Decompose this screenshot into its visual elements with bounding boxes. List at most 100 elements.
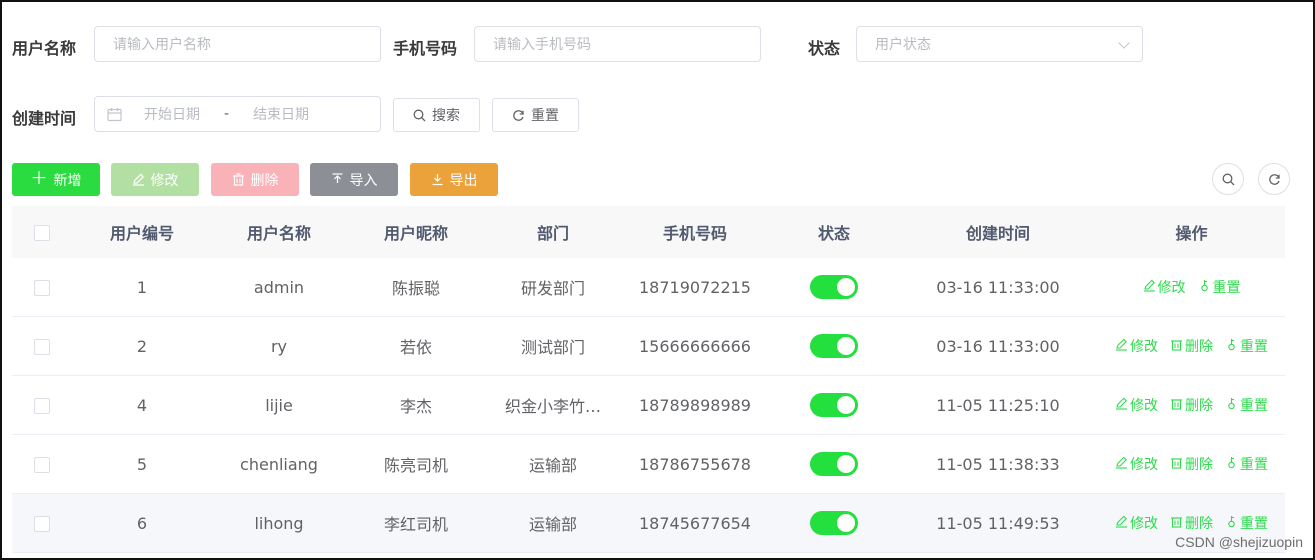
row-select-cell bbox=[12, 337, 72, 356]
cell-actions: 修改 删除 重置 bbox=[1098, 513, 1285, 534]
created-time-label: 创建时间 bbox=[12, 109, 77, 128]
header-nickname[interactable]: 用户昵称 bbox=[346, 220, 486, 244]
cell-created-time: 03-16 11:33:00 bbox=[936, 277, 1060, 297]
table-header: 用户编号 用户名称 用户昵称 部门 手机号码 状态 创建时间 操作 bbox=[12, 206, 1285, 258]
date-separator: - bbox=[224, 106, 230, 122]
cell-username: lijie bbox=[265, 395, 293, 415]
row-reset-password-link[interactable]: 重置 bbox=[1225, 395, 1268, 415]
key-icon bbox=[1225, 397, 1238, 414]
row-reset-password-link[interactable]: 重置 bbox=[1225, 513, 1268, 533]
row-delete-link[interactable]: 删除 bbox=[1170, 336, 1213, 356]
row-checkbox[interactable] bbox=[34, 339, 50, 355]
cell-username: ry bbox=[270, 336, 288, 356]
cell-created-time: 11-05 11:49:53 bbox=[936, 513, 1060, 533]
chevron-down-icon bbox=[1118, 37, 1130, 49]
row-reset-password-link[interactable]: 重置 bbox=[1198, 277, 1241, 297]
trash-icon bbox=[1170, 456, 1183, 473]
status-switch[interactable] bbox=[810, 393, 858, 417]
search-button[interactable]: 搜索 bbox=[393, 98, 480, 132]
select-all-cell bbox=[12, 223, 72, 242]
trash-icon bbox=[232, 173, 244, 186]
row-edit-label: 修改 bbox=[1130, 398, 1158, 415]
edit-icon bbox=[1115, 456, 1128, 473]
status-switch[interactable] bbox=[810, 275, 858, 299]
table-row[interactable]: 4 lijie 李杰 织金小李竹… 18789898989 11-05 11:25:10 修… bbox=[12, 376, 1285, 435]
cell-username: chenliang bbox=[240, 454, 318, 474]
reset-button[interactable]: 重置 bbox=[492, 98, 579, 132]
username-input[interactable]: 请输入用户名称 bbox=[94, 26, 381, 62]
header-department[interactable]: 部门 bbox=[486, 220, 620, 244]
select-all-checkbox[interactable] bbox=[34, 225, 50, 241]
edit-icon bbox=[1115, 515, 1128, 532]
refresh-icon bbox=[513, 109, 524, 121]
phone-input[interactable]: 请输入手机号码 bbox=[474, 26, 761, 62]
row-edit-link[interactable]: 修改 bbox=[1143, 277, 1186, 297]
header-user-id[interactable]: 用户编号 bbox=[72, 220, 212, 244]
row-reset-label: 重置 bbox=[1212, 280, 1241, 297]
status-select[interactable]: 用户状态 bbox=[856, 26, 1143, 62]
cell-phone: 18745677654 bbox=[639, 513, 751, 533]
add-button[interactable]: ＋ 新增 bbox=[12, 163, 100, 196]
row-select-cell bbox=[12, 396, 72, 415]
row-select-cell bbox=[12, 514, 72, 533]
refresh-table-button[interactable] bbox=[1258, 163, 1290, 195]
row-edit-link[interactable]: 修改 bbox=[1115, 454, 1158, 474]
table-row[interactable]: 2 ry 若依 测试部门 15666666666 03-16 11:33:00 修改 删除 重置 bbox=[12, 317, 1285, 376]
row-edit-label: 修改 bbox=[1130, 457, 1158, 474]
row-delete-link[interactable]: 删除 bbox=[1170, 395, 1213, 415]
reset-button-label: 重置 bbox=[531, 108, 559, 124]
row-checkbox[interactable] bbox=[34, 398, 50, 414]
toggle-search-button[interactable] bbox=[1212, 163, 1244, 195]
row-delete-link[interactable]: 删除 bbox=[1170, 454, 1213, 474]
status-switch[interactable] bbox=[810, 511, 858, 535]
header-username[interactable]: 用户名称 bbox=[212, 220, 346, 244]
row-checkbox[interactable] bbox=[34, 457, 50, 473]
row-edit-link[interactable]: 修改 bbox=[1115, 513, 1158, 533]
row-edit-link[interactable]: 修改 bbox=[1115, 336, 1158, 356]
status-switch[interactable] bbox=[810, 452, 858, 476]
cell-created-time: 11-05 11:25:10 bbox=[936, 395, 1060, 415]
row-delete-label: 删除 bbox=[1185, 339, 1213, 356]
cell-created-time: 11-05 11:38:33 bbox=[936, 454, 1060, 474]
import-button-label: 导入 bbox=[349, 172, 378, 189]
row-delete-link[interactable]: 删除 bbox=[1170, 513, 1213, 533]
cell-phone: 15666666666 bbox=[639, 336, 751, 356]
table-row[interactable]: 5 chenliang 陈亮司机 运输部 18786755678 11-05 11:38:… bbox=[12, 435, 1285, 494]
cell-actions: 修改 删除 重置 bbox=[1098, 454, 1285, 475]
cell-username: admin bbox=[253, 277, 305, 297]
row-checkbox[interactable] bbox=[34, 280, 50, 296]
row-edit-label: 修改 bbox=[1157, 280, 1186, 297]
cell-user-id: 1 bbox=[136, 277, 148, 297]
row-delete-label: 删除 bbox=[1185, 457, 1213, 474]
row-select-cell bbox=[12, 455, 72, 474]
cell-actions: 修改 重置 bbox=[1098, 277, 1285, 298]
download-icon bbox=[432, 174, 442, 186]
row-reset-label: 重置 bbox=[1240, 457, 1268, 474]
delete-button[interactable]: 删除 bbox=[211, 163, 299, 196]
search-icon bbox=[413, 109, 426, 121]
export-button-label: 导出 bbox=[449, 172, 478, 189]
key-icon bbox=[1225, 338, 1238, 355]
date-range-picker[interactable]: 开始日期 - 结束日期 bbox=[94, 96, 381, 132]
header-phone[interactable]: 手机号码 bbox=[620, 220, 770, 244]
edit-button[interactable]: 修改 bbox=[111, 163, 199, 196]
import-button[interactable]: 导入 bbox=[310, 163, 398, 196]
search-button-label: 搜索 bbox=[432, 108, 460, 124]
row-reset-password-link[interactable]: 重置 bbox=[1225, 454, 1268, 474]
row-checkbox[interactable] bbox=[34, 516, 50, 532]
status-label: 状态 bbox=[808, 39, 841, 58]
header-created-time[interactable]: 创建时间 bbox=[898, 220, 1098, 244]
header-status[interactable]: 状态 bbox=[770, 220, 898, 244]
cell-nickname: 陈振聪 bbox=[391, 279, 440, 298]
row-reset-password-link[interactable]: 重置 bbox=[1225, 336, 1268, 356]
table-row[interactable]: 6 lihong 李红司机 运输部 18745677654 11-05 11:49:53 修… bbox=[12, 494, 1285, 553]
row-edit-label: 修改 bbox=[1130, 516, 1158, 533]
key-icon bbox=[1225, 515, 1238, 532]
export-button[interactable]: 导出 bbox=[410, 163, 498, 196]
row-edit-link[interactable]: 修改 bbox=[1115, 395, 1158, 415]
table-row[interactable]: 1 admin 陈振聪 研发部门 18719072215 03-16 11:33:00 修改… bbox=[12, 258, 1285, 317]
user-table: 用户编号 用户名称 用户昵称 部门 手机号码 状态 创建时间 操作 1 admin… bbox=[12, 206, 1285, 553]
cell-phone: 18786755678 bbox=[639, 454, 751, 474]
status-placeholder: 用户状态 bbox=[875, 37, 931, 53]
status-switch[interactable] bbox=[810, 334, 858, 358]
